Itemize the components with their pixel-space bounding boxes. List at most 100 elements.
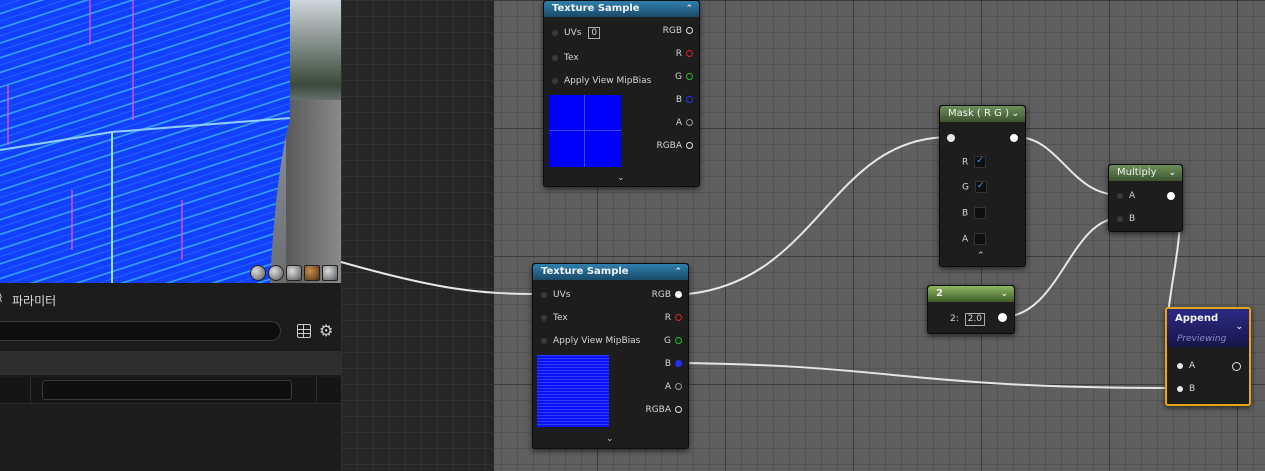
dropdown-chevron-icon[interactable]: ⌄: [1000, 286, 1008, 302]
uvs-input[interactable]: UVs: [541, 289, 570, 301]
channel-checkbox[interactable]: [974, 233, 987, 245]
node-header[interactable]: Multiply ⌄: [1109, 165, 1182, 181]
mask-rg-node[interactable]: Mask ( R G )⌄ R G B A ⌃: [939, 105, 1026, 267]
append-node[interactable]: Append ⌄ Previewing A B: [1165, 307, 1251, 406]
mask-channel-g[interactable]: G: [962, 180, 987, 193]
settings-gear-icon[interactable]: ⚙: [319, 321, 333, 340]
pin-in-icon[interactable]: [541, 291, 547, 298]
pin-in-icon[interactable]: [1177, 385, 1183, 392]
pin-out-icon[interactable]: [686, 119, 693, 126]
pin-in-icon[interactable]: [1177, 362, 1183, 369]
rgba-output[interactable]: RGBA: [645, 404, 682, 416]
channel-checkbox[interactable]: [974, 180, 987, 193]
r-output[interactable]: R: [665, 312, 682, 324]
pin-in-icon[interactable]: [1117, 192, 1123, 199]
pin-out-icon[interactable]: [675, 337, 682, 344]
pin-label: R: [664, 313, 671, 323]
pin-out-icon[interactable]: [675, 406, 682, 413]
mask-output-pin-icon[interactable]: [1010, 134, 1018, 142]
rgba-output[interactable]: RGBA: [656, 140, 693, 152]
cube-icon[interactable]: [304, 265, 320, 281]
collapse-chevron-icon[interactable]: ⌃: [685, 1, 693, 17]
texture-sample-node-1[interactable]: Texture Sample ⌃ UVs 0 Tex Apply View Mip…: [543, 0, 700, 187]
constant-value-field[interactable]: 2.0: [964, 313, 985, 326]
multiply-input-b[interactable]: B: [1117, 213, 1135, 225]
r-output[interactable]: R: [676, 48, 693, 60]
uvs-index-field[interactable]: 0: [588, 27, 601, 39]
append-input-b[interactable]: B: [1177, 383, 1195, 395]
pin-out-icon[interactable]: [686, 27, 693, 34]
pin-in-icon[interactable]: [541, 337, 547, 344]
collapse-chevron-icon[interactable]: ⌃: [977, 251, 985, 261]
material-preview-viewport[interactable]: [0, 0, 341, 283]
multiply-output-pin-icon[interactable]: [1167, 192, 1175, 200]
node-header[interactable]: Append ⌄ Previewing: [1167, 309, 1249, 347]
rgb-output[interactable]: RGB: [663, 25, 693, 37]
table-view-icon[interactable]: [297, 324, 311, 338]
custom-mesh-icon[interactable]: [322, 265, 338, 281]
channel-checkbox[interactable]: [974, 155, 987, 168]
dropdown-chevron-icon[interactable]: ⌄: [1168, 165, 1176, 181]
pin-out-icon[interactable]: [675, 291, 682, 298]
material-graph-canvas[interactable]: [341, 0, 1265, 471]
pin-in-icon[interactable]: [1117, 215, 1123, 222]
pin-label: R: [675, 49, 682, 59]
constant-output-pin-icon[interactable]: [998, 313, 1007, 322]
mipbias-input[interactable]: Apply View MipBias: [552, 75, 651, 87]
pin-out-icon[interactable]: [686, 73, 693, 80]
pin-out-icon[interactable]: [675, 360, 682, 367]
pin-label: Apply View MipBias: [553, 336, 641, 346]
expand-chevron-icon[interactable]: ⌄: [617, 173, 625, 183]
texture-preview-thumbnail: [549, 95, 621, 167]
b-output[interactable]: B: [665, 358, 682, 370]
pin-in-icon[interactable]: [552, 77, 558, 84]
dropdown-chevron-icon[interactable]: ⌄: [1235, 317, 1243, 337]
g-output[interactable]: G: [664, 335, 682, 347]
tex-input[interactable]: Tex: [552, 52, 579, 64]
channel-checkbox[interactable]: [974, 207, 987, 219]
g-output[interactable]: G: [675, 71, 693, 83]
texture-sample-node-2[interactable]: Texture Sample ⌃ UVs Tex Apply View MipBi…: [532, 263, 689, 449]
pin-out-icon[interactable]: [675, 383, 682, 390]
parameters-search-input[interactable]: [0, 321, 281, 341]
channel-label: A: [962, 234, 969, 245]
uvs-input[interactable]: UVs 0: [552, 27, 601, 39]
multiply-node[interactable]: Multiply ⌄ A B: [1108, 164, 1183, 232]
node-title: Texture Sample: [552, 3, 640, 14]
pin-out-icon[interactable]: [686, 96, 693, 103]
parameters-tab[interactable]: ⌇ 파라미터: [0, 283, 341, 317]
sphere-icon[interactable]: [268, 265, 284, 281]
plane-icon[interactable]: [286, 265, 302, 281]
dropdown-chevron-icon[interactable]: ⌄: [1011, 106, 1019, 122]
node-header[interactable]: Mask ( R G ) ⌄: [940, 106, 1025, 122]
node-header[interactable]: Texture Sample ⌃: [533, 264, 688, 280]
node-header[interactable]: 2 ⌄: [928, 286, 1014, 302]
b-output[interactable]: B: [676, 94, 693, 106]
pin-in-icon[interactable]: [552, 54, 558, 61]
tex-input[interactable]: Tex: [541, 312, 568, 324]
pin-label: B: [675, 95, 682, 105]
pin-in-icon[interactable]: [552, 29, 558, 36]
mask-channel-a[interactable]: A: [962, 233, 987, 245]
append-input-a[interactable]: A: [1177, 360, 1195, 372]
mask-input-pin-icon[interactable]: [947, 134, 955, 142]
mask-channel-b[interactable]: B: [962, 207, 987, 219]
append-output-pin-icon[interactable]: [1232, 362, 1241, 371]
mask-channel-r[interactable]: R: [962, 155, 987, 168]
property-value-field[interactable]: [42, 380, 292, 400]
pin-out-icon[interactable]: [686, 142, 693, 149]
node-header[interactable]: Texture Sample ⌃: [544, 1, 699, 17]
pin-in-icon[interactable]: [541, 314, 547, 321]
pin-label: UVs: [553, 290, 571, 300]
cylinder-icon[interactable]: [250, 265, 266, 281]
pin-out-icon[interactable]: [686, 50, 693, 57]
rgb-output[interactable]: RGB: [652, 289, 682, 301]
a-output[interactable]: A: [665, 381, 682, 393]
constant-2-node[interactable]: 2 ⌄ 2: 2.0: [927, 285, 1015, 334]
multiply-input-a[interactable]: A: [1117, 190, 1135, 202]
expand-chevron-icon[interactable]: ⌄: [606, 434, 614, 444]
mipbias-input[interactable]: Apply View MipBias: [541, 335, 640, 347]
a-output[interactable]: A: [676, 117, 693, 129]
pin-out-icon[interactable]: [675, 314, 682, 321]
collapse-chevron-icon[interactable]: ⌃: [674, 264, 682, 280]
